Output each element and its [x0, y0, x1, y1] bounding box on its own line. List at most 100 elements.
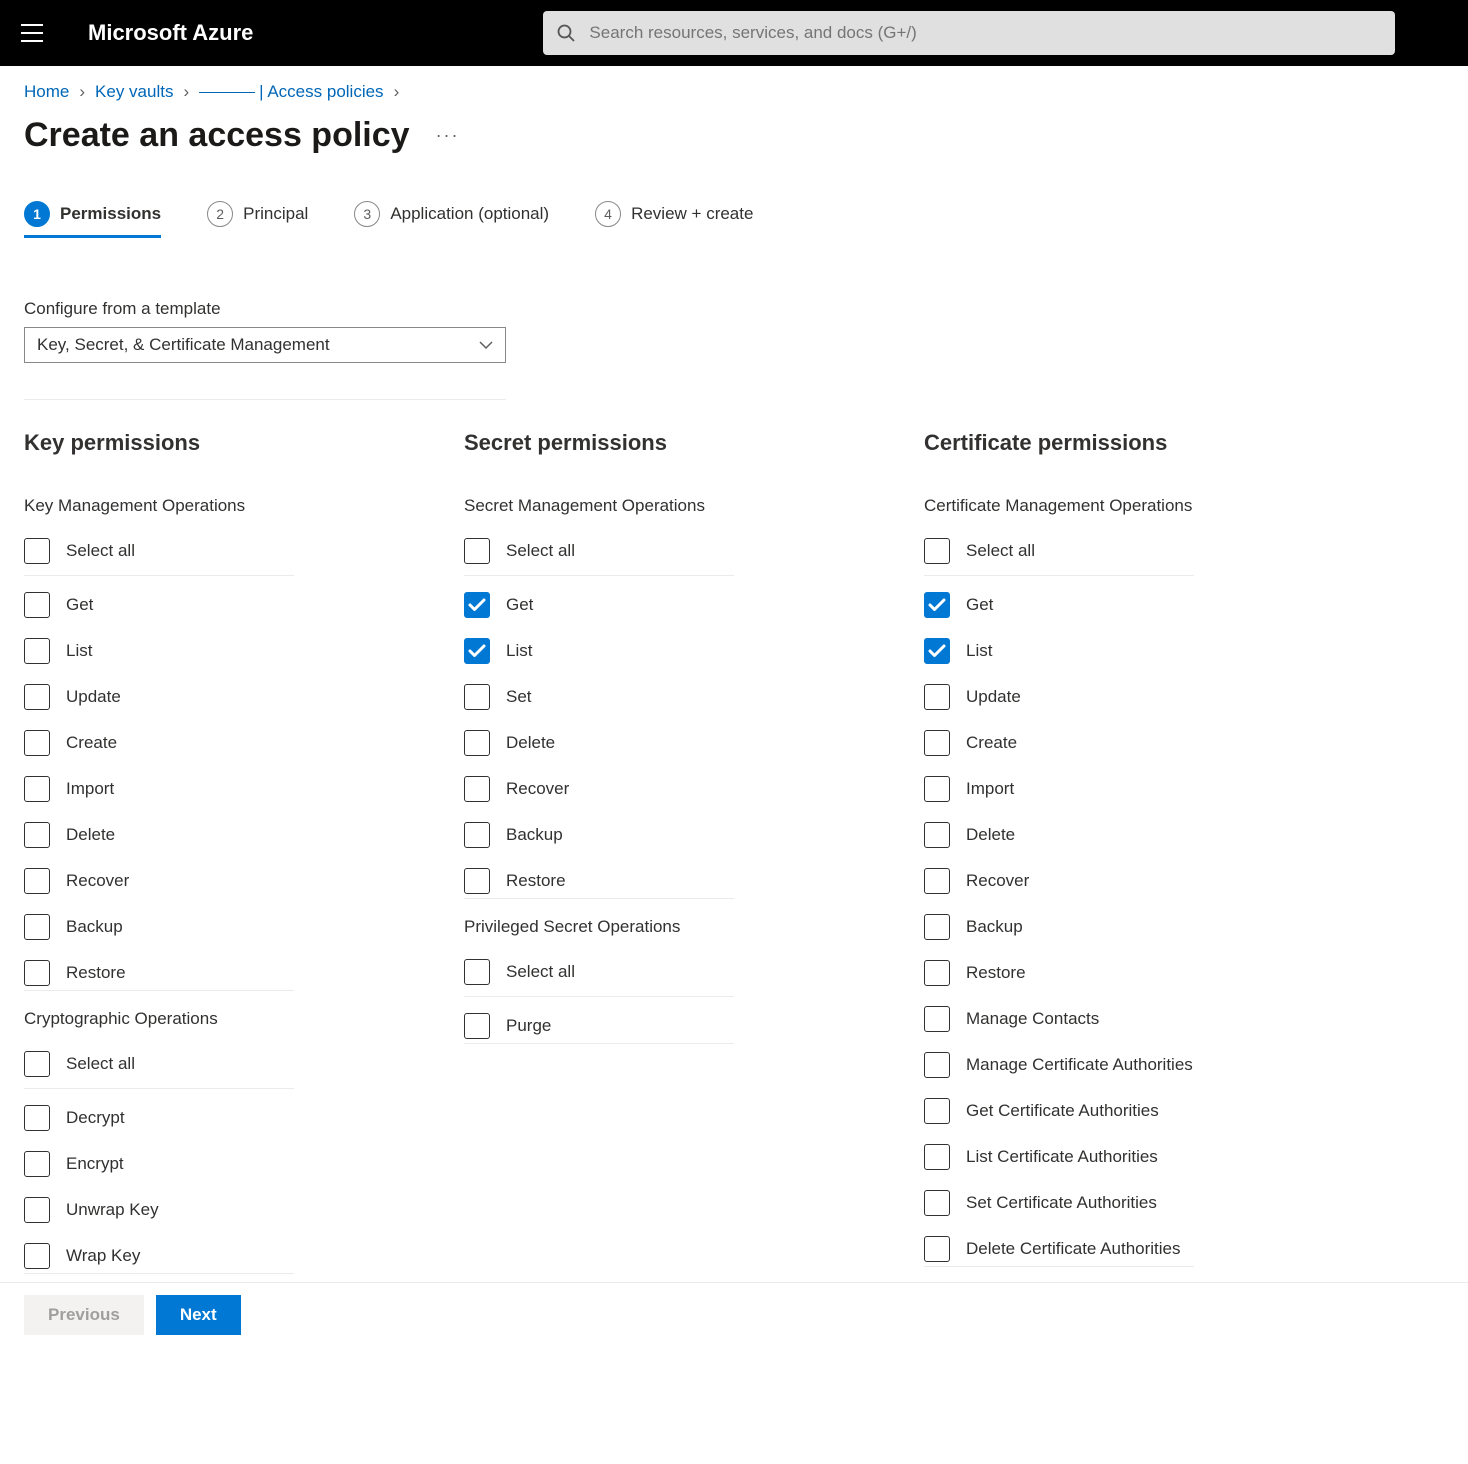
permission-label[interactable]: Set Certificate Authorities [966, 1193, 1157, 1213]
permission-checkbox[interactable] [924, 822, 950, 848]
tab-review-create[interactable]: 4 Review + create [595, 201, 753, 237]
permission-label[interactable]: Restore [506, 871, 566, 891]
permission-checkbox[interactable] [24, 1105, 50, 1131]
permission-checkbox[interactable] [24, 1197, 50, 1223]
permission-label[interactable]: Import [966, 779, 1014, 799]
permission-label[interactable]: Recover [506, 779, 569, 799]
permission-checkbox[interactable] [24, 914, 50, 940]
select-all-label[interactable]: Select all [506, 962, 575, 982]
permission-label[interactable]: Purge [506, 1016, 551, 1036]
tab-application[interactable]: 3 Application (optional) [354, 201, 549, 237]
hamburger-menu-icon[interactable] [16, 17, 48, 49]
permission-label[interactable]: List Certificate Authorities [966, 1147, 1158, 1167]
permission-checkbox[interactable] [924, 592, 950, 618]
permission-label[interactable]: Delete [506, 733, 555, 753]
tab-principal[interactable]: 2 Principal [207, 201, 308, 237]
permission-checkbox[interactable] [24, 868, 50, 894]
breadcrumb-home[interactable]: Home [24, 82, 69, 102]
select-all-checkbox[interactable] [924, 538, 950, 564]
permission-checkbox[interactable] [24, 960, 50, 986]
select-all-checkbox[interactable] [464, 959, 490, 985]
permission-label[interactable]: Create [966, 733, 1017, 753]
permission-checkbox[interactable] [924, 914, 950, 940]
permission-checkbox[interactable] [464, 1013, 490, 1039]
permission-checkbox[interactable] [924, 1144, 950, 1170]
permission-label[interactable]: List [966, 641, 992, 661]
permission-checkbox[interactable] [464, 776, 490, 802]
permission-checkbox[interactable] [924, 960, 950, 986]
permission-checkbox[interactable] [24, 822, 50, 848]
permission-label[interactable]: List [66, 641, 92, 661]
permission-label[interactable]: Manage Contacts [966, 1009, 1099, 1029]
permission-label[interactable]: Restore [966, 963, 1026, 983]
breadcrumb-access-policies[interactable]: _____ | Access policies| Access policies [199, 82, 383, 102]
search-box[interactable] [543, 11, 1395, 55]
previous-button[interactable]: Previous [24, 1295, 144, 1335]
permission-checkbox[interactable] [924, 1098, 950, 1124]
permission-checkbox[interactable] [924, 1006, 950, 1032]
permission-label[interactable]: Recover [66, 871, 129, 891]
permission-label[interactable]: Recover [966, 871, 1029, 891]
permission-checkbox[interactable] [464, 684, 490, 710]
permission-label[interactable]: Backup [66, 917, 123, 937]
permission-label[interactable]: Get [66, 595, 93, 615]
permission-checkbox[interactable] [924, 684, 950, 710]
permission-label[interactable]: Delete Certificate Authorities [966, 1239, 1181, 1259]
permission-checkbox[interactable] [464, 822, 490, 848]
permission-label[interactable]: Get Certificate Authorities [966, 1101, 1159, 1121]
permission-row: Import [924, 766, 1364, 812]
permission-checkbox[interactable] [924, 1236, 950, 1262]
permission-checkbox[interactable] [24, 1243, 50, 1269]
permission-label[interactable]: Delete [966, 825, 1015, 845]
permission-label[interactable]: Backup [966, 917, 1023, 937]
permission-checkbox[interactable] [24, 684, 50, 710]
permission-checkbox[interactable] [24, 776, 50, 802]
permission-checkbox[interactable] [464, 730, 490, 756]
permission-checkbox[interactable] [924, 1052, 950, 1078]
permission-checkbox[interactable] [24, 638, 50, 664]
permission-label[interactable]: Manage Certificate Authorities [966, 1055, 1193, 1075]
divider [24, 399, 506, 400]
select-all-label[interactable]: Select all [66, 1054, 135, 1074]
permission-label[interactable]: Decrypt [66, 1108, 125, 1128]
permission-checkbox[interactable] [24, 1151, 50, 1177]
permission-checkbox[interactable] [924, 776, 950, 802]
permission-label[interactable]: Set [506, 687, 532, 707]
permission-label[interactable]: Delete [66, 825, 115, 845]
permission-label[interactable]: Get [506, 595, 533, 615]
permission-checkbox[interactable] [924, 1190, 950, 1216]
select-all-checkbox[interactable] [24, 538, 50, 564]
search-input[interactable] [575, 23, 1381, 43]
permission-checkbox[interactable] [924, 638, 950, 664]
permission-label[interactable]: Restore [66, 963, 126, 983]
permission-checkbox[interactable] [924, 730, 950, 756]
permission-checkbox[interactable] [24, 730, 50, 756]
next-button[interactable]: Next [156, 1295, 241, 1335]
select-all-checkbox[interactable] [464, 538, 490, 564]
permission-label[interactable]: Unwrap Key [66, 1200, 159, 1220]
permission-label[interactable]: Backup [506, 825, 563, 845]
permission-label[interactable]: List [506, 641, 532, 661]
permission-label[interactable]: Get [966, 595, 993, 615]
permission-checkbox[interactable] [464, 638, 490, 664]
template-dropdown[interactable]: Key, Secret, & Certificate Management [24, 327, 506, 363]
breadcrumb-key-vaults[interactable]: Key vaults [95, 82, 173, 102]
select-all-label[interactable]: Select all [966, 541, 1035, 561]
permission-checkbox[interactable] [24, 592, 50, 618]
permission-checkbox[interactable] [464, 868, 490, 894]
permission-label[interactable]: Update [966, 687, 1021, 707]
permission-label[interactable]: Encrypt [66, 1154, 124, 1174]
tab-permissions[interactable]: 1 Permissions [24, 201, 161, 237]
permission-label[interactable]: Create [66, 733, 117, 753]
permission-label[interactable]: Update [66, 687, 121, 707]
select-all-label[interactable]: Select all [506, 541, 575, 561]
select-all-label[interactable]: Select all [66, 541, 135, 561]
permission-label[interactable]: Wrap Key [66, 1246, 140, 1266]
more-actions-icon[interactable]: ··· [436, 125, 460, 146]
permission-checkbox[interactable] [924, 868, 950, 894]
select-all-checkbox[interactable] [24, 1051, 50, 1077]
permission-checkbox[interactable] [464, 592, 490, 618]
permission-row: Backup [464, 812, 924, 858]
tab-label: Review + create [631, 204, 753, 224]
permission-label[interactable]: Import [66, 779, 114, 799]
